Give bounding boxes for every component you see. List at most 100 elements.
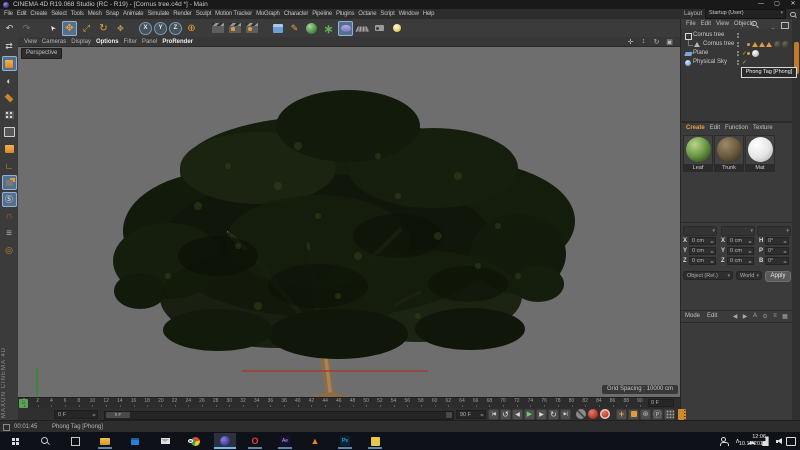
maximize-button[interactable]: ▢	[770, 0, 784, 9]
menu-mesh[interactable]: Mesh	[88, 11, 102, 17]
scale-icon[interactable]	[79, 21, 94, 36]
close-button[interactable]: ✕	[786, 0, 800, 9]
taskbar-start-icon[interactable]	[4, 433, 26, 449]
taskbar-clock[interactable]: 12:06 10.11.2018	[739, 434, 766, 448]
visibility-dots-icon[interactable]	[737, 42, 739, 44]
material-name[interactable]: Leaf	[683, 165, 713, 172]
lock-icon[interactable]	[2, 243, 17, 258]
back-icon[interactable]	[731, 312, 739, 320]
phong-tag-icon[interactable]	[752, 42, 758, 47]
pan-icon[interactable]	[626, 37, 635, 46]
menu-snap[interactable]: Snap	[106, 11, 119, 17]
menu-tools[interactable]: Tools	[71, 11, 84, 17]
record-off-icon[interactable]	[576, 409, 586, 419]
menu-window[interactable]: Window	[399, 11, 419, 17]
filter-icon[interactable]	[761, 312, 769, 320]
rotate-view-icon[interactable]	[652, 37, 661, 46]
rotation-p-field[interactable]: 0°	[765, 247, 789, 255]
points-mode-icon[interactable]	[2, 107, 17, 122]
om-menu-file[interactable]: File	[686, 21, 696, 27]
add-light-icon[interactable]	[389, 21, 404, 36]
space-dropdown[interactable]: World	[736, 271, 762, 280]
range-start-field[interactable]: 0 F	[54, 410, 98, 419]
position-x-field[interactable]: 0 cm	[689, 237, 716, 245]
axis-z-icon[interactable]: Z	[169, 22, 182, 35]
menu-script[interactable]: Script	[380, 11, 394, 17]
menu-sculpt[interactable]: Sculpt	[196, 11, 211, 17]
record-position-icon[interactable]	[588, 409, 598, 419]
viewport-solo-icon[interactable]	[2, 175, 17, 190]
enabled-check-icon[interactable]: ✓	[742, 59, 747, 66]
add-mograph-icon[interactable]	[321, 21, 336, 36]
current-frame-field[interactable]: 0 F	[648, 399, 674, 407]
object-name[interactable]: Plane	[693, 50, 708, 56]
loop-icon[interactable]	[548, 409, 559, 420]
texture-tag-icon[interactable]	[774, 41, 781, 48]
key-grid-icon[interactable]	[664, 409, 675, 420]
mode-label[interactable]: Mode	[685, 313, 700, 319]
menu-create[interactable]: Create	[30, 11, 47, 17]
mat-menu-edit[interactable]: Edit	[710, 125, 720, 131]
polygons-mode-icon[interactable]	[2, 141, 17, 156]
visibility-dots-icon[interactable]	[737, 33, 739, 35]
key-p-icon[interactable]	[652, 409, 663, 420]
preview-range-slider[interactable]: 0 F	[104, 411, 454, 420]
transform-mode-dropdown[interactable]: Object (Rel.)	[683, 271, 733, 280]
forward-icon[interactable]	[741, 312, 749, 320]
move-icon[interactable]	[62, 21, 77, 36]
size-x-field[interactable]: 0 cm	[727, 237, 754, 245]
menu-character[interactable]: Character	[284, 11, 309, 17]
phong-tag-icon[interactable]	[759, 42, 765, 47]
mat-menu-texture[interactable]: Texture	[753, 125, 773, 131]
material-thumbnail[interactable]	[714, 135, 744, 165]
object-name[interactable]: Cornus tree	[693, 32, 724, 38]
object-name[interactable]: Cornus tree	[703, 41, 734, 47]
key-box-icon[interactable]	[628, 409, 639, 420]
snap-settings-icon[interactable]	[2, 192, 17, 207]
to-start-icon[interactable]	[488, 409, 499, 420]
menu-help[interactable]: Help	[423, 11, 435, 17]
size-header-dropdown[interactable]	[721, 226, 755, 236]
status-checkbox-icon[interactable]	[3, 424, 10, 431]
phong-tag-icon[interactable]	[766, 42, 772, 47]
material-name[interactable]: Trunk	[714, 165, 744, 172]
coordinate-system-icon[interactable]	[184, 21, 199, 36]
play-backwards-icon[interactable]	[500, 409, 511, 420]
camera-label[interactable]: Perspective	[21, 48, 62, 59]
material-name[interactable]: Mat	[745, 165, 775, 172]
vp-menu-display[interactable]: Display	[71, 39, 91, 45]
compositing-tag-icon[interactable]	[747, 52, 750, 55]
material-thumbnail[interactable]	[745, 135, 775, 165]
taskbar-photoshop-icon[interactable]	[334, 433, 356, 449]
menu-plugins[interactable]: Plugins	[336, 11, 354, 17]
model-mode-icon[interactable]	[2, 56, 17, 71]
vp-menu-view[interactable]: View	[24, 39, 37, 45]
panel-icon[interactable]	[780, 20, 789, 29]
menu-mograph[interactable]: MoGraph	[256, 11, 280, 17]
size-y-field[interactable]: 0 cm	[727, 247, 754, 255]
taskbar-chrome-icon[interactable]	[184, 433, 206, 449]
taskbar-mail-icon[interactable]	[154, 433, 176, 449]
taskbar-sticky-notes-icon[interactable]	[364, 433, 386, 449]
menu-simulate[interactable]: Simulate	[147, 11, 169, 17]
live-selection-icon[interactable]	[45, 21, 60, 36]
selection-tag-icon[interactable]	[747, 43, 750, 46]
menu-edit[interactable]: Edit	[17, 11, 27, 17]
mat-menu-create[interactable]: Create	[686, 125, 705, 131]
render-view-icon[interactable]	[210, 21, 225, 36]
tray-volume-icon[interactable]	[775, 437, 784, 446]
material-thumbnail[interactable]	[683, 135, 713, 165]
menu-render[interactable]: Render	[173, 11, 191, 17]
search-icon[interactable]	[750, 20, 759, 29]
rotation-b-field[interactable]: 0°	[765, 257, 789, 265]
object-row[interactable]: Cornus tree	[681, 40, 792, 49]
rotate-icon[interactable]	[96, 21, 111, 36]
zoom-icon[interactable]	[639, 37, 648, 46]
add-camera-icon[interactable]	[372, 21, 387, 36]
autokey-icon[interactable]	[600, 409, 610, 419]
key-add-icon[interactable]	[616, 409, 627, 420]
edit-label[interactable]: Edit	[707, 313, 717, 319]
slider-thumb[interactable]: 0 F	[106, 412, 130, 418]
home-icon[interactable]	[760, 20, 769, 29]
taskbar-vlc-icon[interactable]	[304, 433, 326, 449]
